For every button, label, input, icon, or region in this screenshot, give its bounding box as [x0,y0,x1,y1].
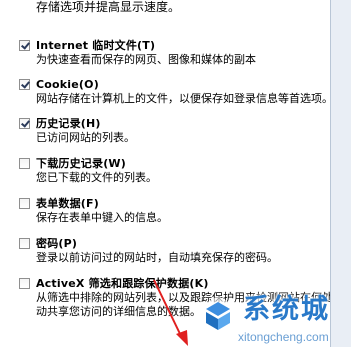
history-checkbox[interactable] [19,118,30,129]
temp-files-label[interactable]: Internet 临时文件(T) [36,39,155,52]
temp-files-checkbox[interactable] [19,40,30,51]
red-arrow-icon [153,279,188,346]
watermark-brand: 系统城 [243,294,330,325]
passwords-desc: 登录以前访问过的网站时，自动填充保存的密码。 [36,252,278,264]
form-data-checkbox[interactable] [19,198,30,209]
temp-files-desc: 为快速查看而保存的网页、图像和媒体的副本 [36,54,256,66]
passwords-checkbox[interactable] [19,238,30,249]
cookies-label[interactable]: Cookie(O) [36,78,99,91]
watermark-url: xitongcheng.com [238,330,329,344]
form-data-label[interactable]: 表单数据(F) [36,197,99,210]
watermark: 系统城 xitongcheng.com [196,292,351,347]
history-desc: 已访问网站的列表。 [36,132,135,144]
cookies-checkbox[interactable] [19,79,30,90]
download-history-label[interactable]: 下载历史记录(W) [36,157,126,170]
download-history-checkbox[interactable] [19,158,30,169]
xitongcheng-logo-icon [200,296,236,334]
history-label[interactable]: 历史记录(H) [36,117,101,130]
download-history-desc: 您已下载的文件的列表。 [36,172,157,184]
top-description: 存储选项并提高显示速度。 [36,0,181,14]
cookies-desc: 网站存储在计算机上的文件，以便保存如登录信息等首选项。 [36,93,333,105]
passwords-label[interactable]: 密码(P) [36,237,77,250]
activex-checkbox[interactable] [19,278,30,289]
form-data-desc: 保存在表单中键入的信息。 [36,212,168,224]
